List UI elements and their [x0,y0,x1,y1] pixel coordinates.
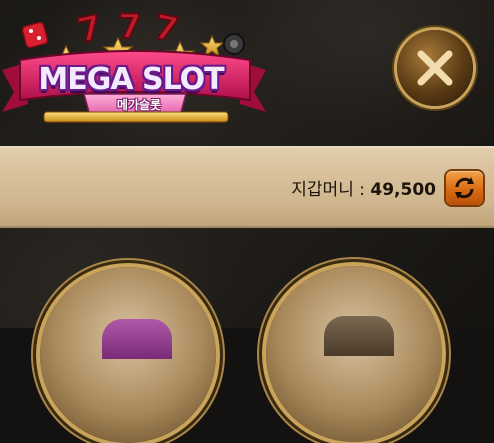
svg-text:7: 7 [150,7,181,51]
refresh-icon [455,177,474,199]
game-thumbnail [102,319,172,359]
wallet-label: 지갑머니 : [291,180,371,200]
seven-digits: 7 7 7 [73,6,183,53]
game-thumbnail [324,316,394,356]
logo-title: MEGA SLOT [38,62,224,97]
mega-slot-logo: 7 7 7 MEGA SLOT 메가슬롯 [0,0,270,140]
svg-text:7: 7 [118,7,142,47]
close-icon [417,50,453,86]
game-button-2[interactable] [266,266,442,442]
refresh-button[interactable] [446,171,483,205]
close-button[interactable] [397,30,473,106]
svg-text:7: 7 [74,7,105,51]
wallet-balance: 지갑머니 : 49,500 [291,175,436,200]
wallet-bar: 지갑머니 : 49,500 [0,146,494,228]
game-button-1[interactable] [40,267,216,443]
wallet-amount: 49,500 [370,180,436,200]
logo-subtitle: 메가슬롯 [116,98,162,112]
